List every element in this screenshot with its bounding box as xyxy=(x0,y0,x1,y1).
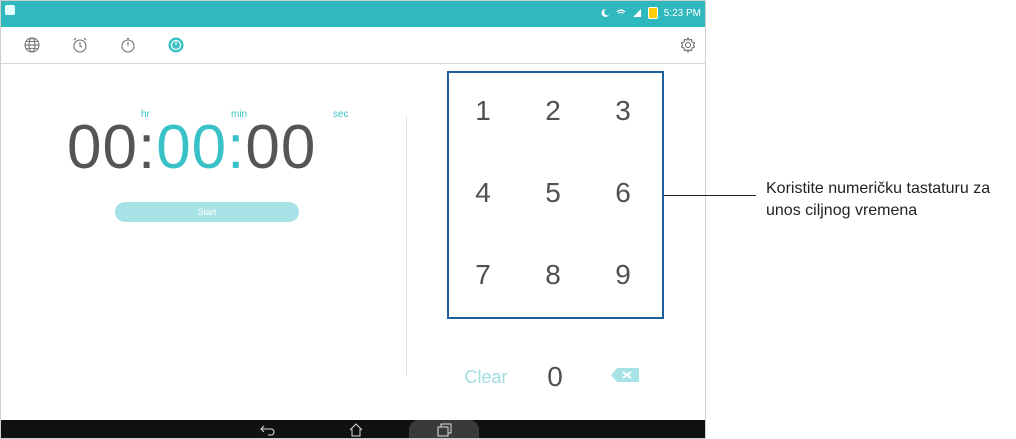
clear-button[interactable]: Clear xyxy=(456,362,516,392)
seconds-value[interactable]: 00 xyxy=(245,113,316,182)
gear-icon[interactable] xyxy=(677,34,699,56)
key-6[interactable]: 6 xyxy=(587,153,659,233)
key-4[interactable]: 4 xyxy=(447,153,519,233)
numeric-keypad: 1 2 3 4 5 6 7 8 9 xyxy=(447,71,663,319)
hours-value[interactable]: 00 xyxy=(67,113,138,182)
callout-line xyxy=(664,195,756,196)
time-display: 00:00:00 xyxy=(67,113,357,183)
key-1[interactable]: 1 xyxy=(447,71,519,151)
back-icon[interactable] xyxy=(259,422,277,438)
minutes-value[interactable]: 00 xyxy=(156,113,227,182)
panel-divider xyxy=(406,116,407,376)
key-9[interactable]: 9 xyxy=(587,235,659,315)
recent-apps-icon[interactable] xyxy=(435,422,453,438)
status-time: 5:23 PM xyxy=(663,7,701,19)
key-3[interactable]: 3 xyxy=(587,71,659,151)
globe-icon[interactable] xyxy=(21,34,43,56)
backspace-icon[interactable] xyxy=(609,366,643,384)
callout-text: Koristite numeričku tastaturu za unos ci… xyxy=(766,180,991,219)
time-separator-2: : xyxy=(227,113,246,182)
time-separator: : xyxy=(137,113,157,182)
navigation-bar xyxy=(1,420,705,438)
key-7[interactable]: 7 xyxy=(447,235,519,315)
tablet-screen: 5:23 PM hr min sec 00:00:00 Start 1 2 3 … xyxy=(0,0,706,439)
key-0[interactable]: 0 xyxy=(537,357,573,397)
moon-icon xyxy=(601,8,609,17)
notification-icon xyxy=(5,5,15,15)
status-bar: 5:23 PM xyxy=(1,1,705,27)
home-icon[interactable] xyxy=(347,422,365,438)
toolbar xyxy=(1,27,705,64)
signal-icon xyxy=(632,9,641,17)
stopwatch-icon[interactable] xyxy=(117,34,139,56)
battery-icon xyxy=(647,7,658,19)
status-icons: 5:23 PM xyxy=(600,6,701,20)
alarm-clock-icon[interactable] xyxy=(69,34,91,56)
start-button[interactable]: Start xyxy=(115,202,299,222)
key-8[interactable]: 8 xyxy=(517,235,589,315)
key-5[interactable]: 5 xyxy=(517,153,589,233)
wifi-icon xyxy=(616,9,626,17)
key-2[interactable]: 2 xyxy=(517,71,589,151)
timer-icon[interactable] xyxy=(165,34,187,56)
